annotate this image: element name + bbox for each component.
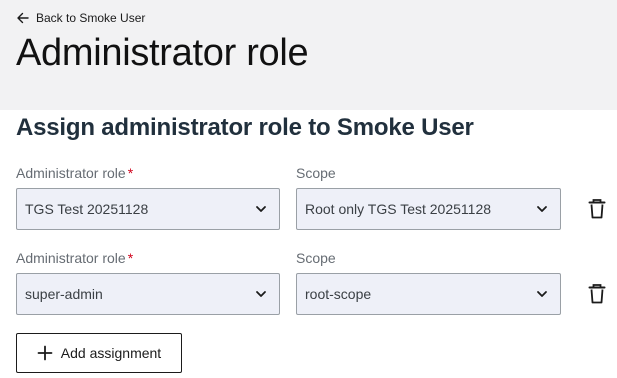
role-label: Administrator role * bbox=[16, 250, 134, 266]
scope-label: Scope bbox=[296, 165, 336, 181]
chevron-down-icon bbox=[537, 291, 547, 297]
scope-select-value: Root only TGS Test 20251128 bbox=[305, 201, 492, 217]
assignment-row: Administrator role * TGS Test 20251128 Sc… bbox=[16, 164, 616, 244]
scope-select[interactable]: root-scope bbox=[296, 273, 561, 315]
trash-icon[interactable] bbox=[587, 198, 607, 220]
chevron-down-icon bbox=[256, 206, 266, 212]
required-mark: * bbox=[127, 250, 134, 266]
scope-select-value: root-scope bbox=[305, 286, 372, 302]
plus-icon bbox=[37, 345, 53, 361]
scope-label: Scope bbox=[296, 250, 336, 266]
role-select[interactable]: super-admin bbox=[16, 273, 280, 315]
role-select[interactable]: TGS Test 20251128 bbox=[16, 188, 280, 230]
role-select-value: TGS Test 20251128 bbox=[25, 201, 149, 217]
required-mark: * bbox=[127, 165, 134, 181]
section-title: Assign administrator role to Smoke User bbox=[16, 114, 474, 141]
arrow-left-icon bbox=[17, 12, 29, 24]
role-label: Administrator role * bbox=[16, 165, 134, 181]
add-assignment-button[interactable]: Add assignment bbox=[16, 333, 182, 373]
chevron-down-icon bbox=[256, 291, 266, 297]
back-link-label: Back to Smoke User bbox=[36, 11, 146, 25]
page-header: Back to Smoke User Administrator role bbox=[0, 0, 617, 110]
role-select-value: super-admin bbox=[25, 286, 103, 302]
trash-icon[interactable] bbox=[587, 283, 607, 305]
add-assignment-label: Add assignment bbox=[60, 345, 162, 361]
scope-select[interactable]: Root only TGS Test 20251128 bbox=[296, 188, 561, 230]
chevron-down-icon bbox=[537, 206, 547, 212]
page-title: Administrator role bbox=[16, 32, 309, 74]
back-link[interactable]: Back to Smoke User bbox=[16, 11, 145, 25]
assignment-row: Administrator role * super-admin Scope ro… bbox=[16, 249, 616, 329]
